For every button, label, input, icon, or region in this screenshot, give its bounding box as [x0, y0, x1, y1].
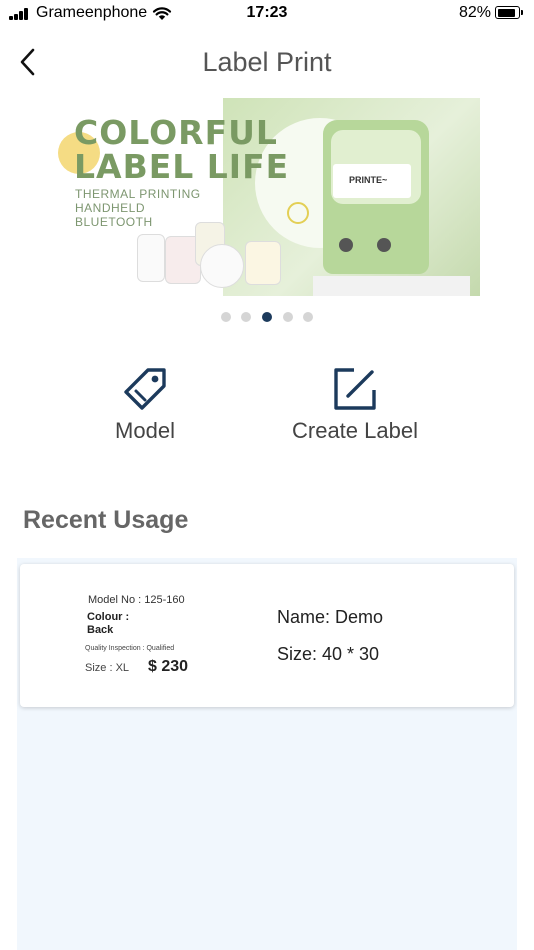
preview-colour: Colour : Back: [87, 611, 130, 636]
preview-price: $ 230: [148, 658, 189, 675]
carousel-dot[interactable]: [241, 312, 251, 322]
page-title: Label Print: [202, 47, 332, 77]
card-size: Size: 40 * 30: [277, 644, 380, 664]
carousel-dot[interactable]: [303, 312, 313, 322]
preview-quality: Quality Inspection : Qualified: [85, 645, 175, 652]
card-name: Name: Demo: [277, 607, 384, 627]
edit-icon: [334, 368, 376, 410]
tag-icon: [124, 368, 166, 410]
banner-subtitle: THERMAL PRINTING HANDHELD BLUETOOTH: [75, 187, 201, 229]
promo-banner[interactable]: COLORFUL LABEL LIFE THERMAL PRINTING HAN…: [55, 98, 480, 296]
create-label-button[interactable]: Create Label: [280, 366, 430, 444]
carousel-dot[interactable]: [283, 312, 293, 322]
model-label: Model: [115, 418, 175, 443]
status-bar: Grameenphone 17:23 82%: [0, 0, 534, 28]
banner-headline: COLORFUL LABEL LIFE: [74, 113, 290, 186]
recent-usage-card[interactable]: Model No : 125-160 Colour : Back Quality…: [20, 564, 514, 707]
model-button[interactable]: Model: [95, 366, 195, 444]
preview-size: Size : XL: [85, 662, 130, 674]
preview-model-no: Model No : 125-160: [88, 594, 185, 606]
printer-image: PRINTE~: [323, 120, 429, 274]
create-label-label: Create Label: [292, 418, 418, 443]
carousel-dot[interactable]: [221, 312, 231, 322]
status-time: 17:23: [246, 4, 288, 21]
carousel-dot-active[interactable]: [262, 312, 272, 322]
battery-percent: 82%: [459, 4, 492, 21]
recent-usage-title: Recent Usage: [23, 506, 189, 534]
battery-icon: [495, 6, 523, 19]
